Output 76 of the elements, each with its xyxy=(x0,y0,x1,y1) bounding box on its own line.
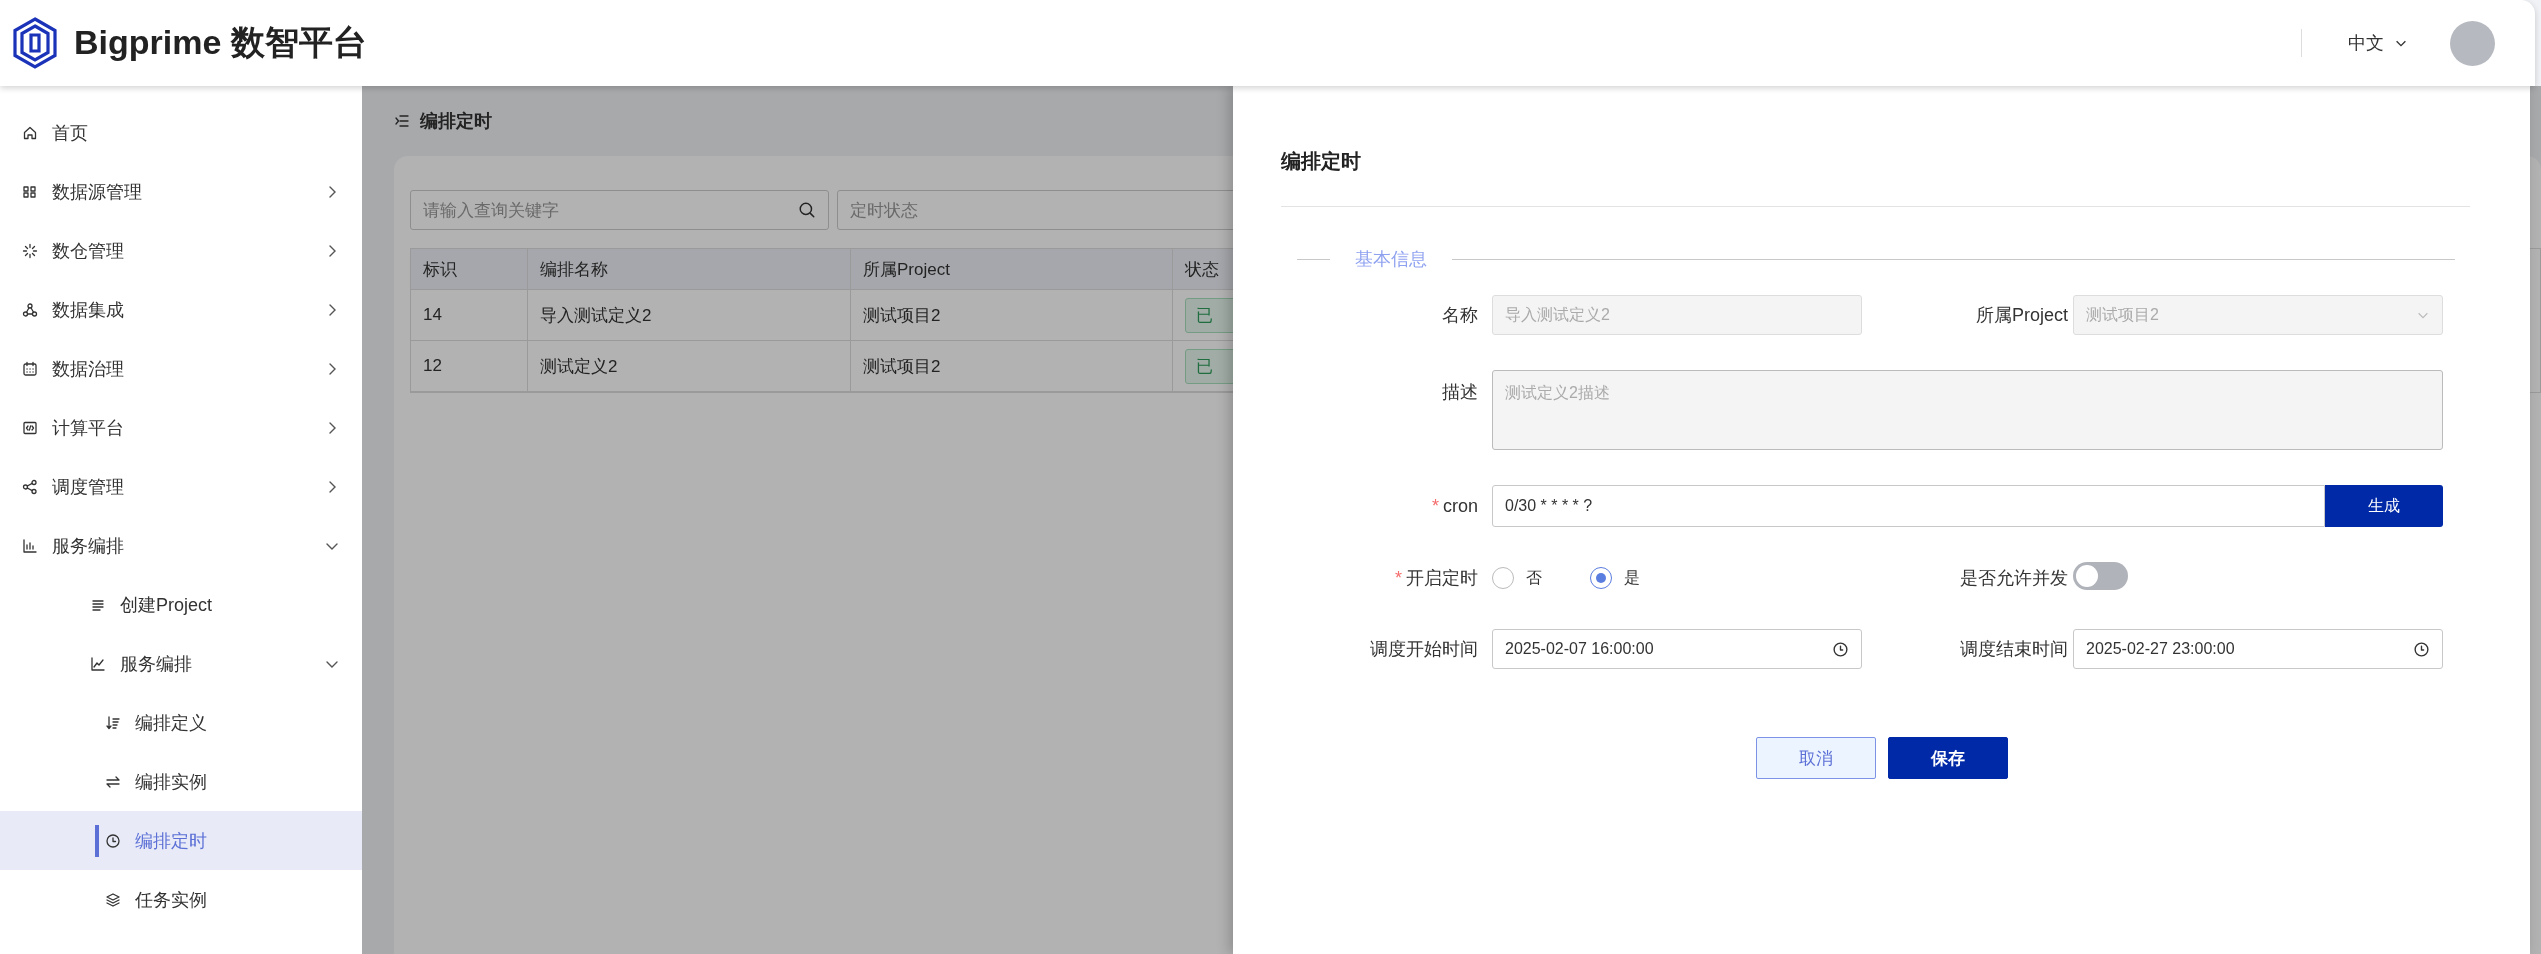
indent-icon xyxy=(394,113,410,129)
field-label: 调度结束时间 xyxy=(1959,638,2069,661)
sidebar-label: 任务实例 xyxy=(135,888,207,912)
avatar[interactable] xyxy=(2450,20,2495,66)
sidebar-item[interactable]: 服务编排 xyxy=(0,634,362,693)
search-icon xyxy=(798,201,816,219)
sidebar-label: 计算平台 xyxy=(52,416,124,440)
sidebar-label: 编排定义 xyxy=(135,711,207,735)
logo-icon xyxy=(10,16,60,70)
field-label: 调度开始时间 xyxy=(1369,638,1479,661)
field-label: 所属Project xyxy=(1974,304,2069,327)
sidebar-item[interactable]: 首页 xyxy=(0,103,362,162)
sidebar-item[interactable]: 计算平台 xyxy=(0,398,362,457)
end-time-field[interactable]: 2025-02-27 23:00:00 xyxy=(2073,629,2443,669)
radio-option[interactable]: 否 xyxy=(1492,567,1542,589)
sidebar-item[interactable]: 编排实例 xyxy=(0,752,362,811)
cancel-button[interactable]: 取消 xyxy=(1755,737,1876,779)
sidebar-label: 编排实例 xyxy=(135,770,207,794)
sidebar-item[interactable]: 编排定时 xyxy=(0,811,362,870)
cron-field[interactable]: 0/30 * * * * ? xyxy=(1492,485,2325,527)
table-cell: 测试项目2 xyxy=(851,341,1173,392)
sidebar-item[interactable]: 创建Project xyxy=(0,575,362,634)
sidebar-item[interactable]: 调度管理 xyxy=(0,457,362,516)
radio-option[interactable]: 是 xyxy=(1590,567,1640,589)
clock-icon xyxy=(2413,640,2430,658)
table-cell: 测试项目2 xyxy=(851,290,1173,341)
code-icon xyxy=(22,419,38,436)
sidebar-label: 数据源管理 xyxy=(52,180,142,204)
toggle-switch[interactable] xyxy=(2073,562,2128,590)
start-time-field[interactable]: 2025-02-07 16:00:00 xyxy=(1492,629,1862,669)
sidebar-label: 调度管理 xyxy=(52,475,124,499)
calendar-icon xyxy=(22,360,38,377)
sort-icon xyxy=(105,714,121,731)
sidebar-item[interactable]: 编排定义 xyxy=(0,693,362,752)
home-icon xyxy=(22,124,38,141)
sidebar-label: 数据治理 xyxy=(52,357,124,381)
field-label: 名称 xyxy=(1441,304,1479,327)
save-button[interactable]: 保存 xyxy=(1887,737,2008,779)
field-label: 是否允许并发 xyxy=(1959,567,2069,590)
sidebar-label: 服务编排 xyxy=(120,652,192,676)
line-chart-icon xyxy=(90,655,106,672)
sidebar-label: 数据集成 xyxy=(52,298,124,322)
column-header: 所属Project xyxy=(851,249,1173,290)
sidebar-label: 数仓管理 xyxy=(52,239,124,263)
nodes-icon xyxy=(22,183,38,200)
bar-chart-icon xyxy=(22,537,38,554)
layers-icon xyxy=(105,891,121,908)
share-icon xyxy=(22,478,38,495)
table-cell: 14 xyxy=(411,290,528,341)
brand-title: Bigprime 数智平台 xyxy=(74,22,367,63)
field-label: * 开启定时 xyxy=(1394,567,1479,590)
sidebar-label: 首页 xyxy=(52,121,88,145)
sidebar-item[interactable]: 数据集成 xyxy=(0,280,362,339)
field-label: 描述 xyxy=(1441,381,1479,404)
triangle-icon xyxy=(22,301,38,318)
table-cell: 12 xyxy=(411,341,528,392)
sparkle-icon xyxy=(22,242,38,259)
language-dropdown[interactable]: 中文 xyxy=(2348,31,2408,55)
sidebar-item[interactable]: 数据治理 xyxy=(0,339,362,398)
sidebar-item[interactable]: 任务实例 xyxy=(0,870,362,929)
column-header: 编排名称 xyxy=(528,249,851,290)
sidebar-label: 编排定时 xyxy=(135,829,207,853)
sidebar-item[interactable]: 数据源管理 xyxy=(0,162,362,221)
table-cell: 导入测试定义2 xyxy=(528,290,851,341)
sidebar-label: 创建Project xyxy=(120,593,213,617)
column-header: 标识 xyxy=(411,249,528,290)
sidebar-item[interactable]: 服务编排 xyxy=(0,516,362,575)
sidebar-item[interactable]: 数仓管理 xyxy=(0,221,362,280)
clock-icon xyxy=(1832,640,1849,658)
field-label: * cron xyxy=(1430,495,1479,517)
clock-icon xyxy=(105,832,121,849)
page-title: 编排定时 xyxy=(420,110,492,133)
drawer-title: 编排定时 xyxy=(1280,149,1362,174)
generate-button[interactable]: 生成 xyxy=(2325,485,2443,527)
sidebar-label: 服务编排 xyxy=(52,534,124,558)
table-cell: 测试定义2 xyxy=(528,341,851,392)
